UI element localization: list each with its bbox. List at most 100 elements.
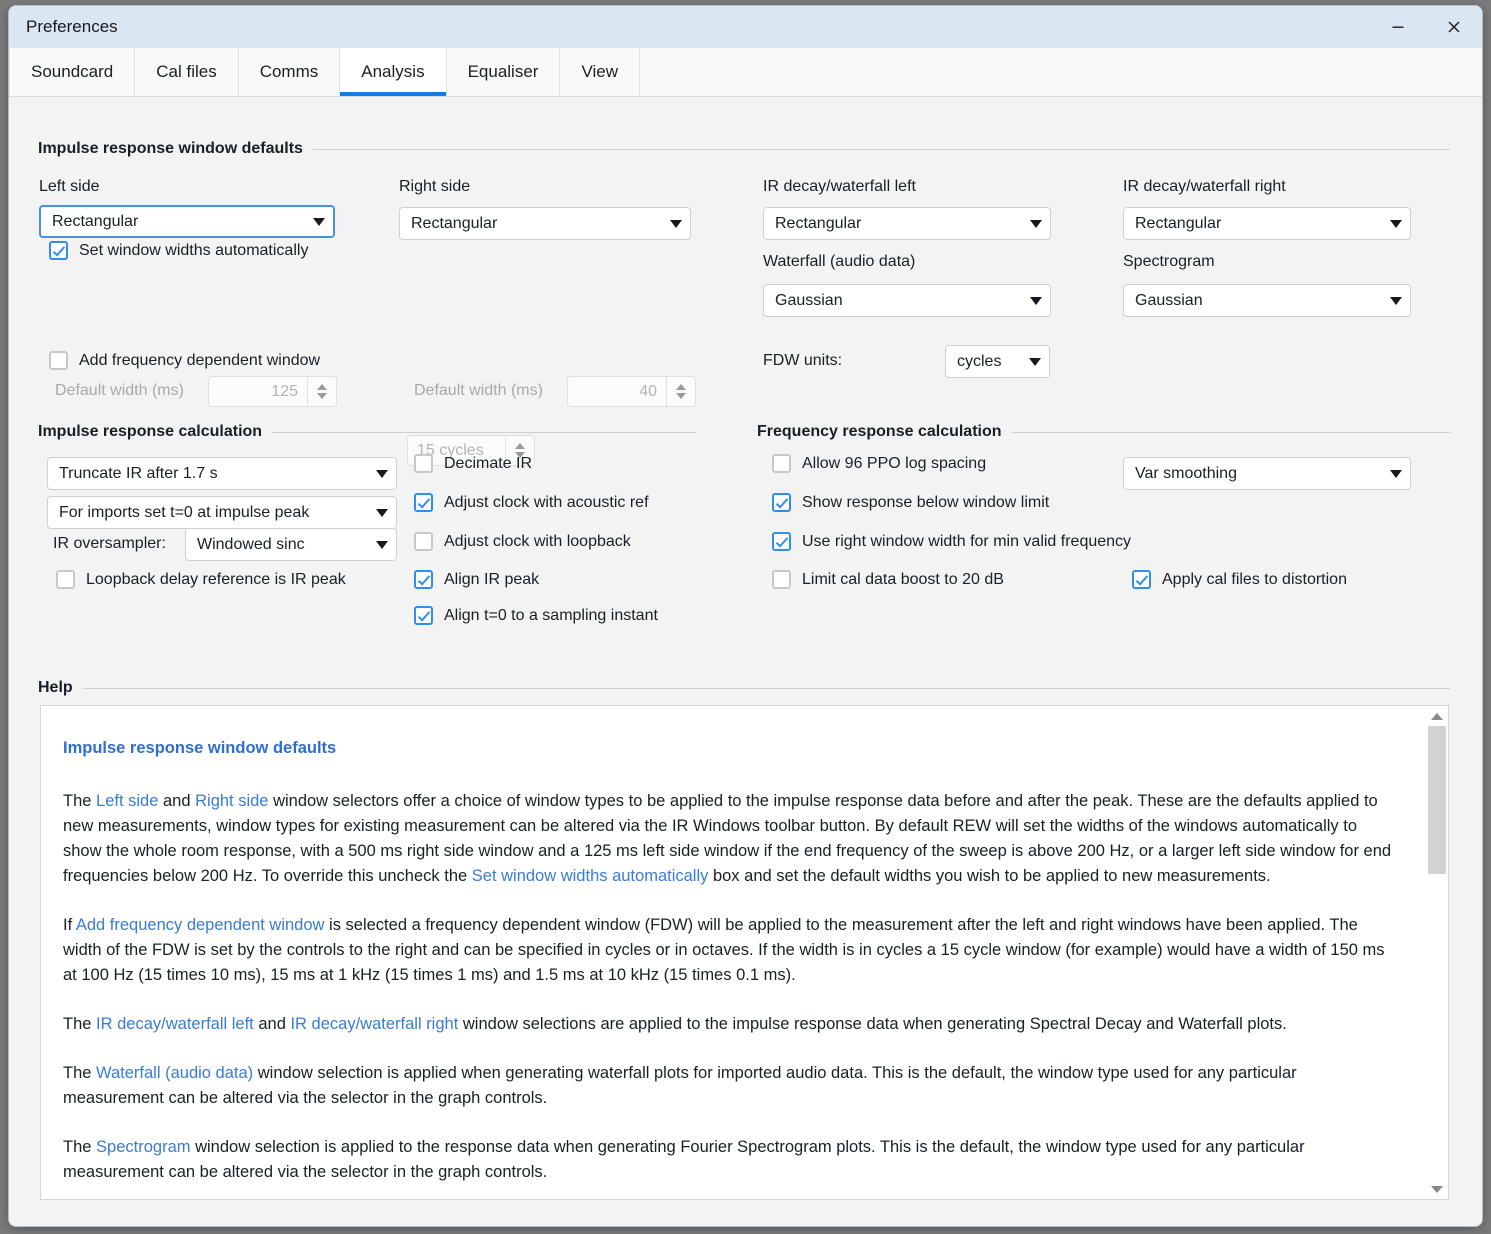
help-link-ir-decay-right[interactable]: IR decay/waterfall right	[290, 1015, 458, 1033]
ir-decay-right-label: IR decay/waterfall right	[1123, 178, 1286, 195]
right-default-width-spinner[interactable]: 40	[567, 376, 696, 407]
group-fr-calculation-title: Frequency response calculation	[757, 423, 1451, 441]
scroll-down-button[interactable]	[1426, 1179, 1448, 1199]
text-run: The	[63, 792, 97, 810]
group-title-text: Impulse response window defaults	[38, 140, 303, 157]
right-side-select[interactable]: Rectangular	[399, 207, 691, 240]
text-run: box and set the default widths you wish …	[708, 867, 1271, 885]
group-title-text: Help	[38, 679, 73, 696]
left-default-width-spinner[interactable]: 125	[208, 376, 337, 407]
chevron-down-icon	[1390, 469, 1402, 478]
help-heading: Impulse response window defaults	[63, 739, 337, 757]
close-button[interactable]	[1426, 6, 1482, 48]
checkbox-label: Decimate IR	[444, 454, 533, 472]
group-help-title: Help	[38, 679, 1450, 697]
ir-oversampler-label: IR oversampler:	[53, 535, 166, 552]
left-side-select[interactable]: Rectangular	[39, 205, 335, 238]
help-text-panel: Impulse response window defaults The Lef…	[40, 705, 1449, 1200]
text-run: The	[63, 1015, 97, 1033]
spectrogram-select[interactable]: Gaussian	[1123, 284, 1411, 317]
tab-view[interactable]: View	[560, 48, 640, 96]
group-divider	[312, 148, 1450, 150]
align-ir-peak-checkbox[interactable]: Align IR peak	[414, 570, 539, 589]
set-window-widths-automatically-checkbox[interactable]: Set window widths automatically	[49, 241, 308, 260]
tab-comms[interactable]: Comms	[238, 48, 341, 96]
spectrogram-label: Spectrogram	[1123, 253, 1215, 270]
triangle-up-icon	[1431, 712, 1443, 720]
fdw-units-label: FDW units:	[763, 352, 843, 369]
text-run: window selections are applied to the imp…	[458, 1015, 1287, 1033]
spectrogram-value: Gaussian	[1135, 291, 1203, 309]
chevron-down-icon	[376, 469, 388, 478]
group-ir-window-defaults-title: Impulse response window defaults	[38, 140, 1450, 158]
chevron-down-icon	[1030, 296, 1042, 305]
truncate-ir-select[interactable]: Truncate IR after 1.7 s	[47, 457, 397, 490]
tab-label: View	[581, 62, 618, 81]
right-side-label: Right side	[399, 178, 471, 195]
truncate-ir-value: Truncate IR after 1.7 s	[59, 464, 218, 482]
help-link-left-side[interactable]: Left side	[96, 792, 158, 810]
tab-label: Equaliser	[467, 62, 539, 81]
spinner-buttons[interactable]	[307, 377, 336, 406]
chevron-down-icon	[376, 508, 388, 517]
help-link-right-side[interactable]: Right side	[195, 792, 268, 810]
group-title-text: Impulse response calculation	[38, 423, 263, 440]
imports-t0-select[interactable]: For imports set t=0 at impulse peak	[47, 496, 397, 529]
ir-decay-right-value: Rectangular	[1135, 214, 1222, 232]
chevron-down-icon	[1030, 219, 1042, 228]
group-title-text: Frequency response calculation	[757, 423, 1002, 440]
fdw-units-select[interactable]: cycles	[945, 345, 1050, 378]
ir-decay-right-select[interactable]: Rectangular	[1123, 207, 1411, 240]
preferences-window: Preferences Soundcard Cal files Comms An…	[8, 5, 1483, 1227]
checkbox-label: Show response below window limit	[802, 493, 1050, 511]
waterfall-select[interactable]: Gaussian	[763, 284, 1051, 317]
tab-cal-files[interactable]: Cal files	[135, 48, 239, 96]
allow-96-ppo-log-spacing-checkbox[interactable]: Allow 96 PPO log spacing	[772, 454, 986, 473]
help-link-waterfall[interactable]: Waterfall (audio data)	[96, 1064, 253, 1082]
loopback-delay-reference-checkbox[interactable]: Loopback delay reference is IR peak	[56, 570, 346, 589]
adjust-clock-acoustic-ref-checkbox[interactable]: Adjust clock with acoustic ref	[414, 493, 649, 512]
use-right-window-width-checkbox[interactable]: Use right window width for min valid fre…	[772, 532, 1131, 551]
imports-t0-value: For imports set t=0 at impulse peak	[59, 503, 310, 521]
limit-cal-data-boost-checkbox[interactable]: Limit cal data boost to 20 dB	[772, 570, 1004, 589]
checkbox-box	[772, 570, 791, 589]
spinner-buttons[interactable]	[666, 377, 695, 406]
left-side-value: Rectangular	[52, 212, 139, 230]
checkbox-box	[414, 570, 433, 589]
waterfall-value: Gaussian	[775, 291, 843, 309]
text-run: window selection is applied to the respo…	[63, 1138, 1305, 1181]
tab-label: Analysis	[361, 62, 425, 81]
tab-equaliser[interactable]: Equaliser	[446, 48, 561, 96]
checkbox-label: Apply cal files to distortion	[1162, 570, 1347, 588]
minimize-button[interactable]	[1370, 6, 1426, 48]
checkbox-label: Limit cal data boost to 20 dB	[802, 570, 1004, 588]
adjust-clock-loopback-checkbox[interactable]: Adjust clock with loopback	[414, 532, 631, 551]
group-divider	[1011, 431, 1451, 433]
right-side-value: Rectangular	[411, 214, 498, 232]
checkbox-box	[49, 241, 68, 260]
show-response-below-window-limit-checkbox[interactable]: Show response below window limit	[772, 493, 1049, 512]
help-scrollbar[interactable]	[1425, 706, 1448, 1199]
scrollbar-track[interactable]	[1426, 726, 1448, 1179]
apply-cal-files-to-distortion-checkbox[interactable]: Apply cal files to distortion	[1132, 570, 1347, 589]
help-link-ir-decay-left[interactable]: IR decay/waterfall left	[96, 1015, 254, 1033]
smoothing-select[interactable]: Var smoothing	[1123, 457, 1411, 490]
help-link-spectrogram[interactable]: Spectrogram	[96, 1138, 190, 1156]
chevron-down-icon	[1390, 219, 1402, 228]
help-link-set-window-widths[interactable]: Set window widths automatically	[472, 867, 709, 885]
align-t0-sampling-instant-checkbox[interactable]: Align t=0 to a sampling instant	[414, 606, 658, 625]
checkbox-box	[414, 454, 433, 473]
scroll-up-button[interactable]	[1426, 706, 1448, 726]
tab-analysis[interactable]: Analysis	[340, 48, 447, 96]
add-frequency-dependent-window-checkbox[interactable]: Add frequency dependent window	[49, 351, 320, 370]
help-link-add-fdw[interactable]: Add frequency dependent window	[76, 916, 325, 934]
decimate-ir-checkbox[interactable]: Decimate IR	[414, 454, 532, 473]
checkbox-label: Align IR peak	[444, 570, 540, 588]
help-paragraph-5: The Spectrogram window selection is appl…	[63, 1135, 1395, 1185]
tab-soundcard[interactable]: Soundcard	[9, 48, 136, 96]
scrollbar-thumb[interactable]	[1428, 726, 1446, 874]
left-default-width-label: Default width (ms)	[55, 382, 184, 399]
ir-decay-left-select[interactable]: Rectangular	[763, 207, 1051, 240]
ir-oversampler-value: Windowed sinc	[197, 535, 305, 553]
ir-oversampler-select[interactable]: Windowed sinc	[185, 528, 397, 561]
